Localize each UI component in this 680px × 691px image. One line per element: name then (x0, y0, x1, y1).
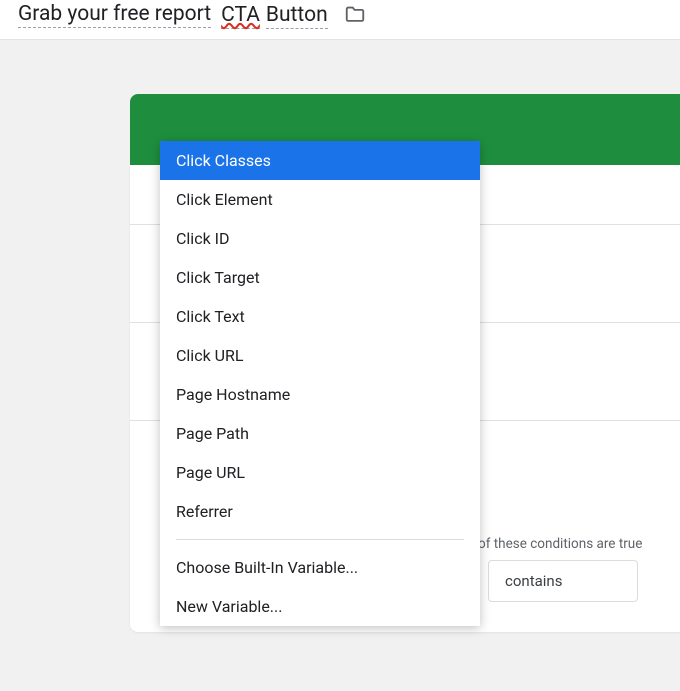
dropdown-item-click-url[interactable]: Click URL (160, 336, 480, 375)
dropdown-item-page-hostname[interactable]: Page Hostname (160, 375, 480, 414)
dropdown-item-choose-builtin[interactable]: Choose Built-In Variable... (160, 548, 480, 587)
title-text-suffix[interactable]: Button (266, 3, 328, 29)
dropdown-divider (176, 539, 464, 540)
folder-icon[interactable] (344, 0, 366, 29)
title-bar: Grab your free report CTA Button (0, 0, 680, 40)
dropdown-item-new-variable[interactable]: New Variable... (160, 587, 480, 626)
dropdown-item-click-element[interactable]: Click Element (160, 180, 480, 219)
content-area: of these conditions are true Click Class… (0, 40, 680, 691)
dropdown-item-referrer[interactable]: Referrer (160, 492, 480, 531)
dropdown-item-click-target[interactable]: Click Target (160, 258, 480, 297)
condition-operator-label: contains (505, 572, 562, 590)
dropdown-item-click-classes[interactable]: Click Classes (160, 141, 480, 180)
dropdown-item-page-url[interactable]: Page URL (160, 453, 480, 492)
variable-dropdown: Click Classes Click Element Click ID Cli… (160, 141, 480, 626)
dropdown-item-click-id[interactable]: Click ID (160, 219, 480, 258)
title-text-prefix[interactable]: Grab your free report (18, 2, 211, 28)
condition-operator-select[interactable]: contains (488, 560, 638, 602)
dropdown-item-click-text[interactable]: Click Text (160, 297, 480, 336)
title-text-red[interactable]: CTA (221, 3, 260, 29)
dropdown-item-page-path[interactable]: Page Path (160, 414, 480, 453)
